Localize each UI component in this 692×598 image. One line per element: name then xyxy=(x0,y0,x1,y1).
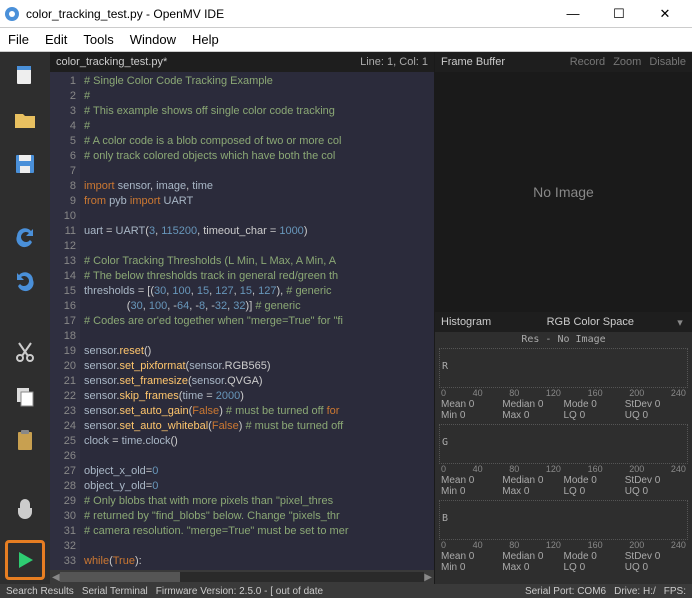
stat-median: Median 0 xyxy=(502,551,563,562)
channel-b: B04080120160200240Mean 0Median 0Mode 0St… xyxy=(439,500,688,574)
no-image-label: No Image xyxy=(533,184,594,200)
stat-lq: LQ 0 xyxy=(564,410,625,421)
code-editor[interactable]: 1234567891011121314151617181920212223242… xyxy=(50,72,434,570)
redo-button[interactable] xyxy=(11,266,39,294)
stat-min: Min 0 xyxy=(441,486,502,497)
stat-lq: LQ 0 xyxy=(564,562,625,573)
channel-tag: G xyxy=(442,437,448,448)
stat-mean: Mean 0 xyxy=(441,399,502,410)
histogram-header: Histogram RGB Color Space ▾ xyxy=(435,312,692,332)
menu-edit[interactable]: Edit xyxy=(45,32,67,47)
titlebar: color_tracking_test.py - OpenMV IDE — ☐ … xyxy=(0,0,692,28)
stat-min: Min 0 xyxy=(441,410,502,421)
minimize-button[interactable]: — xyxy=(550,0,596,28)
channel-tag: B xyxy=(442,513,448,524)
histogram-label: Histogram xyxy=(441,316,491,328)
statusbar: Search Results Serial Terminal Firmware … xyxy=(0,584,692,598)
histogram-channels: R04080120160200240Mean 0Median 0Mode 0St… xyxy=(435,348,692,584)
channel-tag: R xyxy=(442,361,448,372)
stat-mode: Mode 0 xyxy=(564,475,625,486)
stat-median: Median 0 xyxy=(502,475,563,486)
frame-buffer-header: Frame Buffer Record Zoom Disable xyxy=(435,52,692,72)
stat-stdev: StDev 0 xyxy=(625,399,686,410)
stat-uq: UQ 0 xyxy=(625,486,686,497)
status-search-results[interactable]: Search Results xyxy=(6,586,74,597)
editor-hscrollbar[interactable]: ◀ ▶ xyxy=(50,570,434,584)
stat-max: Max 0 xyxy=(502,486,563,497)
disable-button[interactable]: Disable xyxy=(649,56,686,68)
frame-buffer-label: Frame Buffer xyxy=(441,56,505,68)
zoom-button[interactable]: Zoom xyxy=(613,56,641,68)
status-drive: Drive: H:/ xyxy=(614,586,656,597)
line-gutter: 1234567891011121314151617181920212223242… xyxy=(50,72,80,570)
scroll-left-icon[interactable]: ◀ xyxy=(52,572,60,583)
stat-max: Max 0 xyxy=(502,562,563,573)
channel-g: G04080120160200240Mean 0Median 0Mode 0St… xyxy=(439,424,688,498)
status-serial-terminal[interactable]: Serial Terminal xyxy=(82,586,148,597)
connect-button[interactable] xyxy=(11,496,39,524)
code-content[interactable]: # Single Color Code Tracking Example## T… xyxy=(80,72,434,570)
save-file-button[interactable] xyxy=(11,150,39,178)
window-title: color_tracking_test.py - OpenMV IDE xyxy=(26,7,550,21)
stat-mode: Mode 0 xyxy=(564,399,625,410)
undo-button[interactable] xyxy=(11,222,39,250)
stat-uq: UQ 0 xyxy=(625,562,686,573)
menubar: File Edit Tools Window Help xyxy=(0,28,692,52)
right-pane: Frame Buffer Record Zoom Disable No Imag… xyxy=(434,52,692,584)
editor-tabbar: color_tracking_test.py* Line: 1, Col: 1 xyxy=(50,52,434,72)
stat-uq: UQ 0 xyxy=(625,410,686,421)
scroll-right-icon[interactable]: ▶ xyxy=(424,572,432,583)
channel-r: R04080120160200240Mean 0Median 0Mode 0St… xyxy=(439,348,688,422)
toolbar xyxy=(0,52,50,584)
stat-mean: Mean 0 xyxy=(441,551,502,562)
status-fps: FPS: xyxy=(664,586,686,597)
editor-pane: color_tracking_test.py* Line: 1, Col: 1 … xyxy=(50,52,434,584)
stat-mean: Mean 0 xyxy=(441,475,502,486)
scroll-thumb[interactable] xyxy=(60,572,180,582)
chevron-down-icon[interactable]: ▾ xyxy=(674,316,686,329)
frame-buffer-view: No Image xyxy=(435,72,692,312)
cursor-position: Line: 1, Col: 1 xyxy=(360,56,428,68)
colorspace-select[interactable]: RGB Color Space xyxy=(531,316,634,328)
stat-stdev: StDev 0 xyxy=(625,551,686,562)
app-logo-icon xyxy=(4,6,20,22)
menu-help[interactable]: Help xyxy=(192,32,219,47)
run-button[interactable] xyxy=(5,540,45,580)
status-serial-port: Serial Port: COM6 xyxy=(525,586,606,597)
stat-lq: LQ 0 xyxy=(564,486,625,497)
stat-max: Max 0 xyxy=(502,410,563,421)
menu-window[interactable]: Window xyxy=(130,32,176,47)
stat-min: Min 0 xyxy=(441,562,502,573)
stat-median: Median 0 xyxy=(502,399,563,410)
menu-file[interactable]: File xyxy=(8,32,29,47)
open-file-button[interactable] xyxy=(11,106,39,134)
new-file-button[interactable] xyxy=(11,62,39,90)
close-button[interactable]: ✕ xyxy=(642,0,688,28)
record-button[interactable]: Record xyxy=(570,56,605,68)
stat-mode: Mode 0 xyxy=(564,551,625,562)
maximize-button[interactable]: ☐ xyxy=(596,0,642,28)
paste-button[interactable] xyxy=(11,426,39,454)
status-firmware: Firmware Version: 2.5.0 - [ out of date xyxy=(156,586,323,597)
copy-button[interactable] xyxy=(11,382,39,410)
menu-tools[interactable]: Tools xyxy=(83,32,113,47)
histogram-res: Res - No Image xyxy=(435,332,692,348)
stat-stdev: StDev 0 xyxy=(625,475,686,486)
editor-tab[interactable]: color_tracking_test.py* xyxy=(56,56,167,68)
cut-button[interactable] xyxy=(11,338,39,366)
